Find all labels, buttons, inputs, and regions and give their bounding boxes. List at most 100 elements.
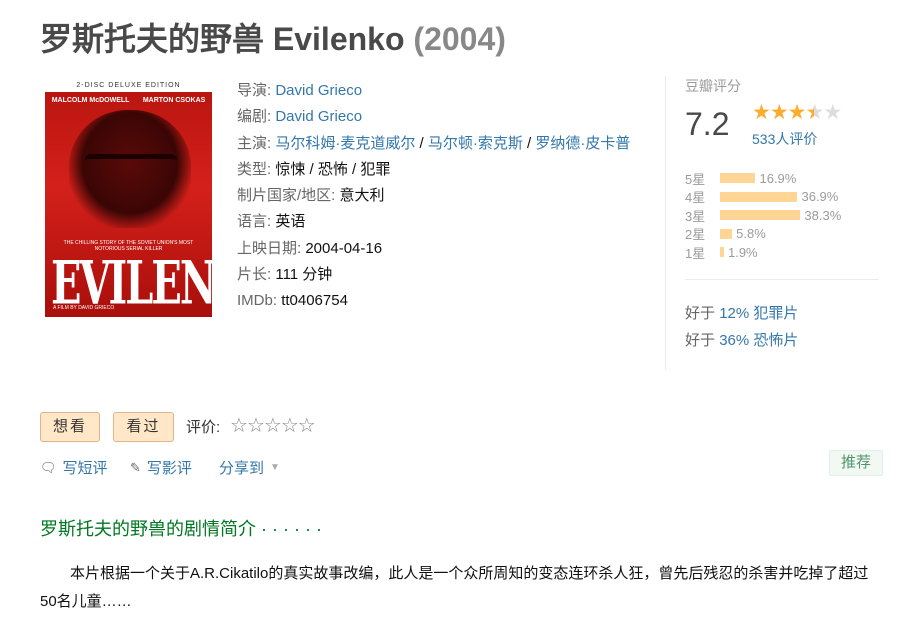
- movie-poster[interactable]: 2-DISC DELUXE EDITION MALCOLM McDOWELL M…: [45, 80, 212, 317]
- rating-star-icon: ★: [823, 101, 842, 124]
- comment-icon: 🗨: [40, 459, 57, 475]
- rating-score: 7.2: [685, 106, 730, 142]
- language-value: 英语: [275, 213, 306, 231]
- rating-percent: 5.8%: [736, 226, 766, 242]
- rating-distribution-row: 4星 36.9%: [685, 188, 841, 207]
- director-label: 导演:: [237, 82, 272, 99]
- cast-separator: /: [415, 134, 428, 152]
- pencil-icon: ✎: [130, 459, 141, 475]
- rating-bar: [720, 228, 733, 239]
- writer-row: 编剧: David Grieco: [237, 104, 652, 130]
- want-to-watch-button[interactable]: 想看: [40, 412, 100, 442]
- rate-star-1[interactable]: ☆: [230, 415, 248, 437]
- rating-distribution-row: 2星 5.8%: [685, 225, 841, 244]
- share-label: 分享到: [219, 460, 265, 477]
- rating-star-level: 3星: [685, 208, 706, 224]
- runtime-value: 111 分钟: [275, 266, 333, 284]
- rating-percent: 38.3%: [804, 207, 842, 223]
- write-review-link[interactable]: ✎ 写影评: [130, 457, 192, 478]
- rate-star-5[interactable]: ☆: [298, 415, 316, 437]
- runtime-row: 片长: 111 分钟: [237, 262, 652, 288]
- rate-star-2[interactable]: ☆: [247, 415, 265, 437]
- caret-down-icon: ▼: [270, 462, 280, 473]
- rating-panel: 豆瓣评分 7.2 ★★★★★ 533人评价 5星 16.9% 4星 36.9% 3星 38…: [665, 76, 879, 370]
- rate-stars-input[interactable]: ☆☆☆☆☆: [230, 413, 316, 438]
- recommend-button[interactable]: 推荐: [829, 450, 883, 476]
- rating-star-level: 2星: [685, 227, 706, 243]
- release-row: 上映日期: 2004-04-16: [237, 236, 652, 262]
- share-dropdown[interactable]: 分享到 ▼: [219, 457, 280, 478]
- director-row: 导演: David Grieco: [237, 78, 652, 104]
- synopsis-text: 本片根据一个关于A.R.Cikatilo的真实故事改编，此人是一个众所周知的变态…: [40, 565, 869, 610]
- cast-link[interactable]: 马尔科姆·麦克道威尔: [275, 135, 415, 152]
- genre-row: 类型: 惊悚 / 恐怖 / 犯罪: [237, 157, 652, 183]
- better-prefix: 好于: [685, 305, 716, 322]
- poster-footer: A FILM BY DAVID GRIECO: [53, 305, 115, 311]
- rating-bar: [720, 210, 801, 221]
- rating-bar: [720, 247, 724, 258]
- imdb-label: IMDb:: [237, 292, 278, 310]
- better-than-horror: 好于 36% 恐怖片: [685, 329, 798, 350]
- write-short-review-link[interactable]: 🗨 写短评: [40, 457, 108, 478]
- rating-distribution-row: 1星 1.9%: [685, 243, 841, 262]
- rating-percent: 1.9%: [727, 244, 758, 260]
- rating-distribution-row: 3星 38.3%: [685, 206, 841, 225]
- write-review-label: 写影评: [146, 460, 192, 477]
- rating-distribution-row: 5星 16.9%: [685, 169, 841, 188]
- rating-star-level: 1星: [685, 245, 706, 261]
- rating-star-icon: ★: [805, 101, 824, 124]
- genre-label: 类型:: [237, 160, 272, 178]
- release-label: 上映日期:: [237, 239, 302, 257]
- write-short-review-label: 写短评: [62, 460, 108, 477]
- writer-link[interactable]: David Grieco: [275, 108, 362, 125]
- rating-stars: ★★★★★: [752, 100, 842, 125]
- country-value: 意大利: [339, 187, 385, 205]
- language-label: 语言:: [237, 213, 272, 231]
- page-title: 罗斯托夫的野兽 Evilenko (2004): [40, 14, 506, 60]
- runtime-label: 片长:: [237, 266, 272, 284]
- language-row: 语言: 英语: [237, 209, 652, 235]
- movie-title: 罗斯托夫的野兽 Evilenko: [40, 21, 405, 57]
- rating-star-level: 5星: [685, 171, 706, 187]
- director-link[interactable]: David Grieco: [275, 82, 362, 99]
- rating-divider: [685, 279, 879, 280]
- country-row: 制片国家/地区: 意大利: [237, 183, 652, 209]
- better-than-horror-link[interactable]: 36% 恐怖片: [719, 332, 798, 349]
- synopsis-heading: 罗斯托夫的野兽的剧情简介 · · · · · ·: [40, 519, 322, 539]
- better-than-crime: 好于 12% 犯罪片: [685, 302, 798, 323]
- rating-percent: 16.9%: [759, 170, 797, 186]
- cast-row: 主演: 马尔科姆·麦克道威尔 / 马尔顿·索克斯 / 罗纳德·皮卡普: [237, 131, 652, 157]
- rating-star-icon: ★: [752, 101, 771, 124]
- rating-distribution: 5星 16.9% 4星 36.9% 3星 38.3% 2星 5.8% 1星 1.9%: [685, 169, 841, 262]
- imdb-row: IMDb: tt0406754: [237, 288, 652, 314]
- rate-star-3[interactable]: ☆: [264, 415, 282, 437]
- movie-info: 导演: David Grieco 编剧: David Grieco 主演: 马尔…: [237, 78, 652, 315]
- rating-star-icon: ★: [769, 101, 789, 124]
- poster-cast-left: MALCOLM McDOWELL: [51, 97, 130, 104]
- rating-star-icon: ★: [787, 101, 807, 124]
- imdb-value: tt0406754: [281, 292, 348, 310]
- watched-button[interactable]: 看过: [113, 412, 174, 442]
- poster-glasses-art: [85, 154, 177, 181]
- release-value: 2004-04-16: [305, 239, 383, 257]
- cast-link[interactable]: 马尔顿·索克斯: [428, 135, 523, 152]
- cast-link[interactable]: 罗纳德·皮卡普: [535, 135, 630, 152]
- rating-header: 豆瓣评分: [685, 78, 741, 94]
- rating-percent: 36.9%: [801, 189, 839, 205]
- rating-bar: [720, 191, 798, 202]
- country-label: 制片国家/地区:: [237, 187, 336, 205]
- poster-edition-text: 2-DISC DELUXE EDITION: [45, 80, 212, 92]
- rate-label: 评价:: [186, 419, 221, 436]
- cast-separator: /: [522, 134, 536, 152]
- rating-count-link[interactable]: 533人评价: [752, 129, 817, 149]
- better-than-crime-link[interactable]: 12% 犯罪片: [719, 305, 798, 322]
- rate-star-4[interactable]: ☆: [281, 415, 299, 437]
- writer-label: 编剧:: [237, 108, 272, 126]
- genre-value: 惊悚 / 恐怖 / 犯罪: [275, 160, 391, 178]
- movie-year: (2004): [413, 21, 506, 57]
- rating-star-level: 4星: [685, 190, 706, 206]
- poster-cast: MALCOLM McDOWELL MARTON CSOKAS: [45, 97, 212, 104]
- poster-cast-right: MARTON CSOKAS: [142, 97, 206, 104]
- rating-bar: [720, 173, 756, 184]
- better-prefix: 好于: [685, 332, 716, 349]
